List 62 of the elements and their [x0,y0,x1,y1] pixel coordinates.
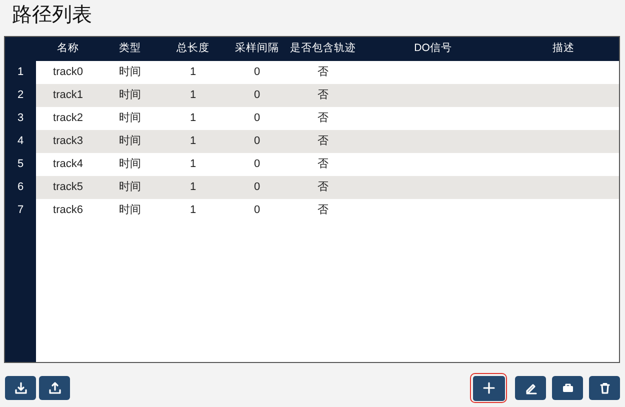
trash-icon [598,381,612,395]
table-cell: 1 [160,176,226,199]
table-cell: 1 [160,199,226,222]
upload-icon [48,381,62,395]
add-button[interactable] [470,373,507,403]
table-cell: 时间 [100,153,160,176]
table-cell: 否 [288,130,358,153]
table-cell: 否 [288,176,358,199]
table-cell: 0 [226,176,288,199]
row-number: 1 [5,61,36,84]
table-cell: track5 [36,176,100,199]
table-cell: 1 [160,130,226,153]
row-number: 4 [5,130,36,153]
toolbox-button[interactable] [552,376,583,400]
pencil-icon [524,381,538,395]
table-cell: 0 [226,130,288,153]
row-number: 6 [5,176,36,199]
delete-button[interactable] [589,376,620,400]
table-cell: 0 [226,199,288,222]
row-number: 7 [5,199,36,222]
import-button[interactable] [5,376,36,400]
plus-icon [482,381,496,395]
table-cell: 时间 [100,61,160,84]
export-button[interactable] [39,376,70,400]
table-cell: 1 [160,84,226,107]
download-icon [14,381,28,395]
table-cell: 否 [288,107,358,130]
table-cell: 时间 [100,84,160,107]
table-cell: 0 [226,61,288,84]
table-cell: track3 [36,130,100,153]
column-header: 描述 [508,37,619,61]
table-cell: track2 [36,107,100,130]
table-cell: 否 [288,199,358,222]
toolbox-icon [560,381,574,395]
table-cell: 时间 [100,176,160,199]
table-cell: 时间 [100,199,160,222]
column-header: 采样间隔 [226,37,288,61]
table-cell: 0 [226,153,288,176]
table-cell: 时间 [100,107,160,130]
table-cell: 否 [288,153,358,176]
table-cell: track1 [36,84,100,107]
table-cell: track4 [36,153,100,176]
table-cell: 否 [288,84,358,107]
table-cell: 时间 [100,130,160,153]
column-header: 类型 [100,37,160,61]
row-number: 2 [5,84,36,107]
table-cell: track0 [36,61,100,84]
edit-button[interactable] [515,376,546,400]
column-header: 是否包含轨迹 [288,37,358,61]
table-cell: 0 [226,107,288,130]
page-title: 路径列表 [12,3,93,27]
column-header: 总长度 [160,37,226,61]
table-cell: track6 [36,199,100,222]
table-cell: 1 [160,61,226,84]
row-number: 3 [5,107,36,130]
row-number: 5 [5,153,36,176]
column-header: 名称 [36,37,100,61]
table-cell: 否 [288,61,358,84]
table-cell: 1 [160,107,226,130]
table-cell: 1 [160,153,226,176]
table-cell: 0 [226,84,288,107]
column-header: DO信号 [358,37,508,61]
